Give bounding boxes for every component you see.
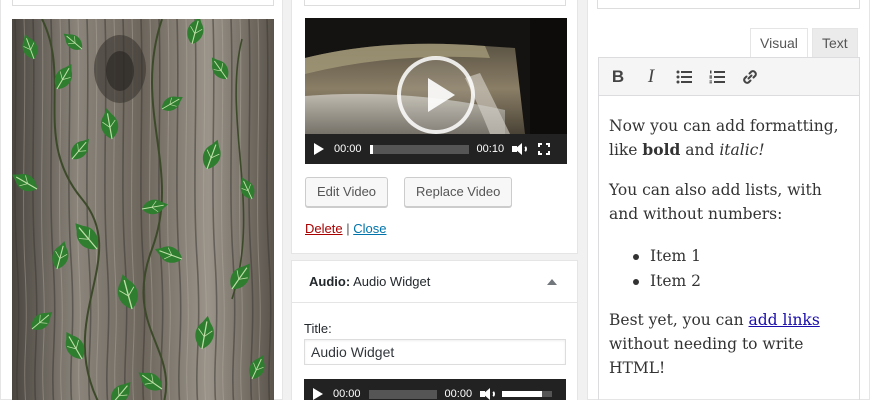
- widget-actions: Delete | Close: [305, 221, 386, 236]
- audio-title-input[interactable]: [304, 339, 566, 365]
- video-thumbnail[interactable]: [305, 18, 567, 134]
- video-progress-fill: [369, 144, 373, 154]
- middle-column: 00:00 00:10 Edit Video Replace Video Del…: [291, 0, 578, 400]
- audio-duration: 00:00: [444, 388, 473, 400]
- widget-name-label: Audio Widget: [353, 274, 431, 289]
- play-icon[interactable]: [314, 143, 324, 155]
- bold-icon[interactable]: B: [605, 64, 631, 90]
- bold-text: bold: [642, 140, 681, 159]
- audio-current-time: 00:00: [333, 388, 361, 400]
- audio-widget: Audio: Audio Widget Title: 00:00 00:00: [291, 260, 578, 400]
- collapse-arrow-icon[interactable]: [547, 279, 557, 285]
- video-current-time: 00:00: [334, 143, 362, 155]
- video-widget: 00:00 00:10 Edit Video Replace Video Del…: [291, 0, 578, 254]
- tab-visual[interactable]: Visual: [750, 28, 808, 58]
- audio-player[interactable]: 00:00 00:00: [304, 379, 566, 400]
- image-widget-title-field[interactable]: [12, 0, 274, 6]
- audio-volume-icon[interactable]: [480, 388, 496, 400]
- delete-link[interactable]: Delete: [305, 221, 343, 236]
- image-widget: [0, 0, 283, 400]
- audio-widget-title: Audio: Audio Widget: [309, 274, 430, 289]
- tab-text[interactable]: Text: [812, 28, 858, 58]
- text-widget-title-field[interactable]: [597, 0, 860, 9]
- audio-progress-rail[interactable]: [368, 389, 437, 399]
- content-link[interactable]: add links: [749, 311, 820, 329]
- audio-play-icon[interactable]: [313, 388, 323, 400]
- edit-video-button[interactable]: Edit Video: [305, 177, 389, 207]
- paragraph-text: and: [680, 141, 720, 159]
- paragraph-text: without needing to write HTML!: [609, 335, 804, 377]
- replace-video-button[interactable]: Replace Video: [404, 177, 513, 207]
- title-label: Title:: [304, 321, 332, 336]
- volume-icon[interactable]: [512, 143, 528, 155]
- italic-text: italic!: [719, 141, 765, 159]
- video-controls: 00:00 00:10: [305, 134, 567, 164]
- video-duration: 00:10: [476, 143, 505, 155]
- editor-toolbar: B I: [599, 58, 859, 96]
- editor-content[interactable]: Now you can add formatting, like bold an…: [599, 96, 859, 380]
- widgets-screen: 00:00 00:10 Edit Video Replace Video Del…: [0, 0, 870, 400]
- video-widget-title-field[interactable]: [304, 0, 566, 6]
- audio-volume-fill: [502, 391, 543, 397]
- audio-widget-header[interactable]: Audio: Audio Widget: [292, 261, 577, 303]
- action-separator: |: [346, 221, 350, 236]
- italic-icon[interactable]: I: [638, 64, 664, 90]
- list-item: Item 1: [633, 244, 849, 269]
- audio-volume-slider[interactable]: [502, 391, 553, 397]
- video-progress-rail[interactable]: [369, 144, 469, 154]
- text-widget: Visual Text B I Now you can add formatti…: [587, 0, 870, 400]
- list-item: Item 2: [633, 269, 849, 294]
- fullscreen-icon[interactable]: [538, 143, 551, 155]
- link-icon[interactable]: [737, 64, 763, 90]
- paragraph-lists: You can also add lists, with and without…: [609, 181, 822, 223]
- widget-type-label: Audio:: [309, 274, 351, 289]
- paragraph-text: Best yet, you can: [609, 311, 749, 329]
- paragraph-formatting: Now you can add formatting, like bold an…: [609, 114, 849, 162]
- paragraph-links: Best yet, you can add links without need…: [609, 308, 849, 380]
- numbered-list-icon[interactable]: [704, 64, 730, 90]
- image-preview[interactable]: [12, 19, 274, 400]
- bulleted-list: Item 1 Item 2: [633, 244, 849, 294]
- play-overlay-icon[interactable]: [397, 56, 475, 134]
- visual-editor[interactable]: B I Now you can add formatting, like bol…: [598, 57, 860, 400]
- video-player[interactable]: 00:00 00:10: [305, 18, 567, 164]
- bulleted-list-icon[interactable]: [671, 64, 697, 90]
- close-link[interactable]: Close: [353, 221, 386, 236]
